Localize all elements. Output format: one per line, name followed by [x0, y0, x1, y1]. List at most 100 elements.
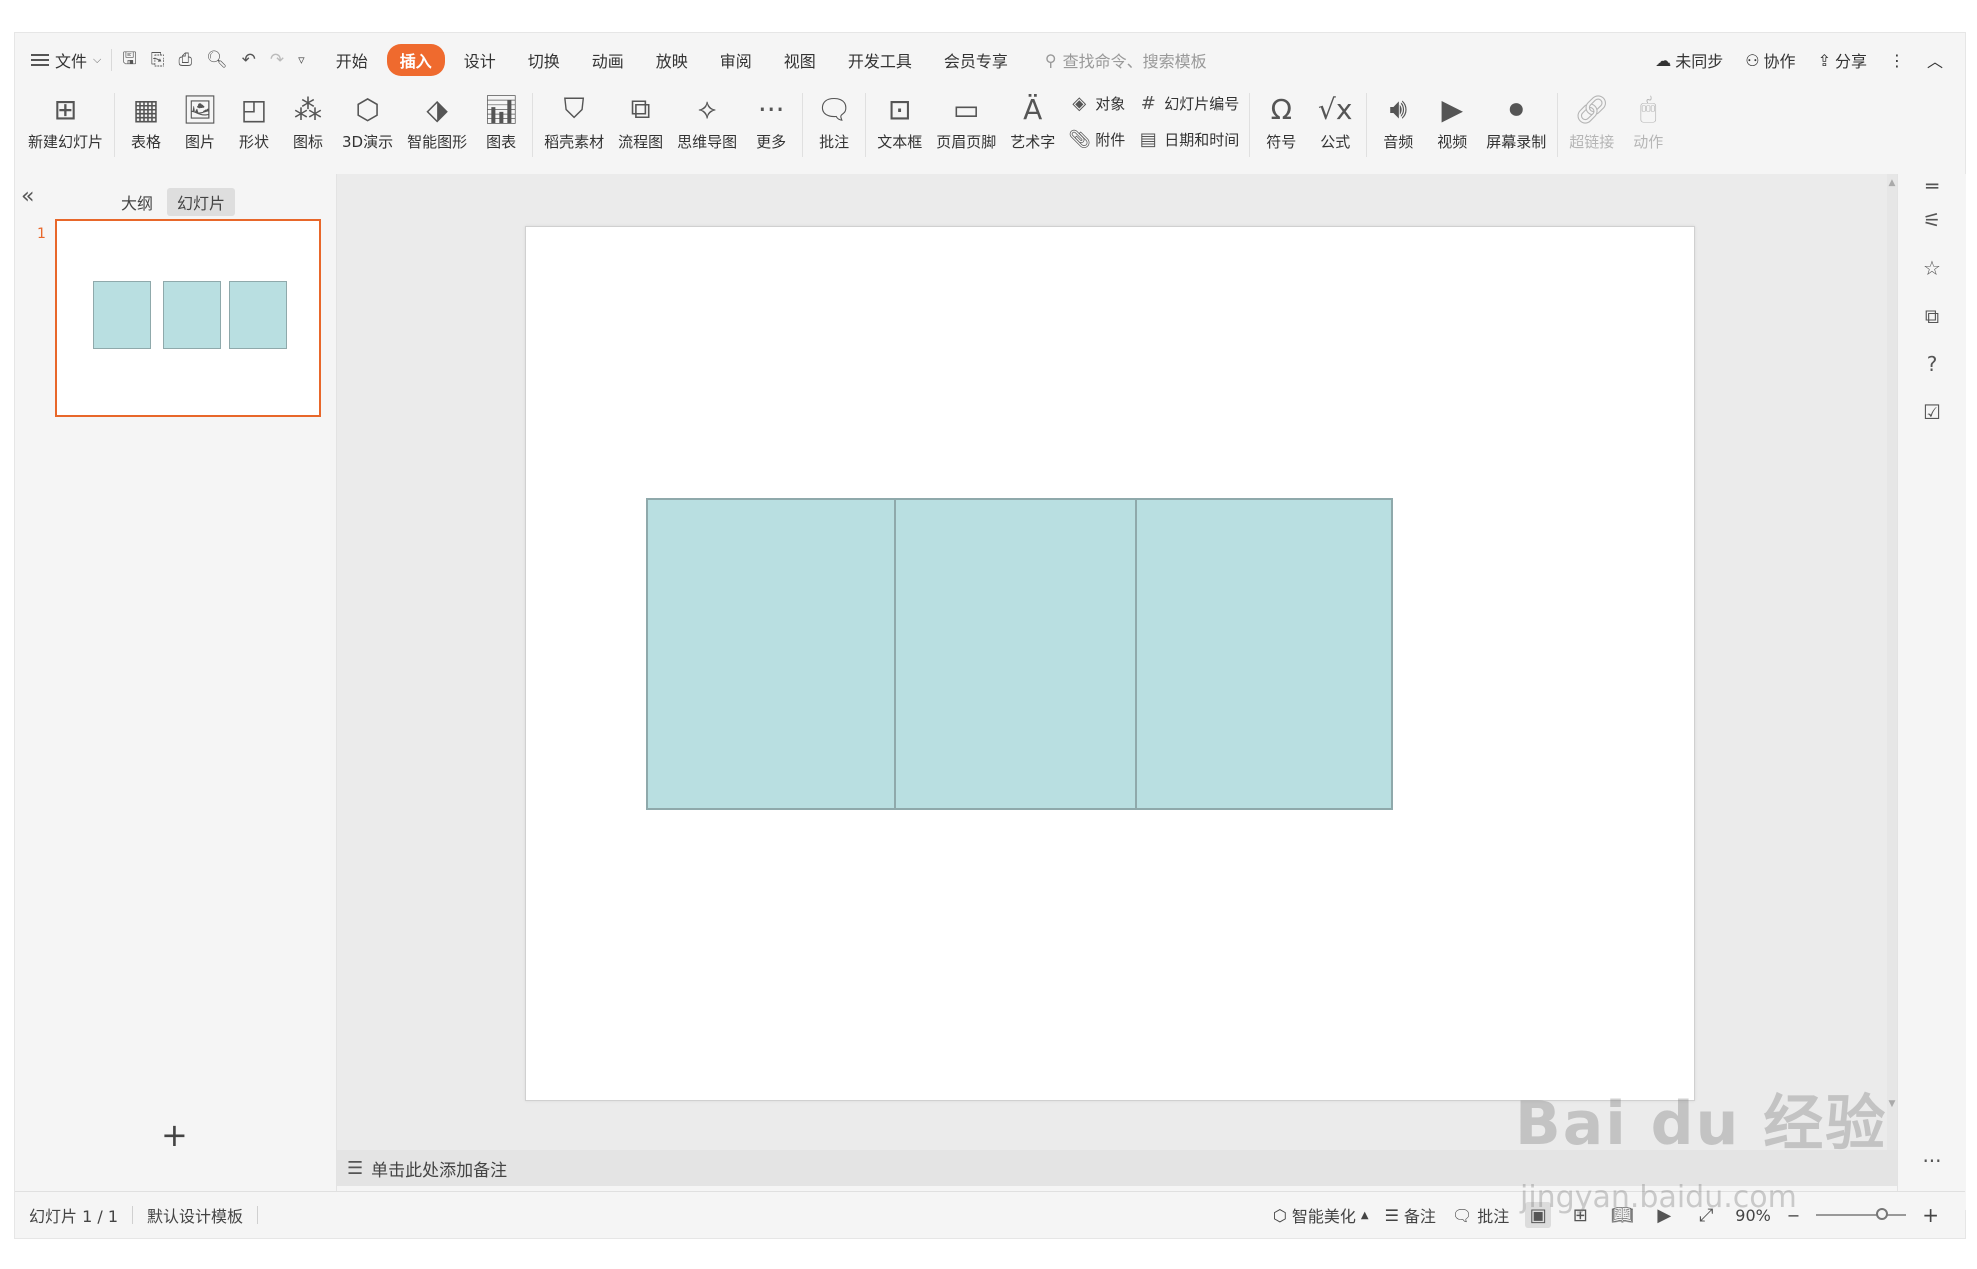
- divider: [114, 93, 116, 157]
- sync-button[interactable]: ☁ 未同步: [1655, 48, 1723, 72]
- tab-developer[interactable]: 开发工具: [835, 44, 925, 76]
- baidu-watermark-url: jingyan.baidu.com: [1520, 1180, 1797, 1215]
- datetime-button[interactable]: ▤ 日期和时间: [1137, 125, 1240, 153]
- zoom-in-icon[interactable]: +: [1922, 1203, 1939, 1227]
- smart-graphic-button[interactable]: ⬗ 智能图形: [400, 87, 474, 152]
- wordart-button[interactable]: Ä 艺术字: [1003, 87, 1062, 152]
- rectangle-shape[interactable]: [646, 498, 904, 810]
- table-label: 表格: [131, 133, 162, 151]
- search-input[interactable]: 查找命令、搜索模板: [1063, 48, 1207, 72]
- tab-insert[interactable]: 插入: [386, 44, 445, 76]
- customize-toolbar-icon[interactable]: ▿: [298, 53, 305, 68]
- tab-design[interactable]: 设计: [451, 44, 509, 76]
- command-search[interactable]: ⚲ 查找命令、搜索模板: [1045, 48, 1207, 72]
- collapse-ribbon-icon[interactable]: ︿: [1927, 48, 1943, 72]
- tab-view[interactable]: 视图: [771, 44, 829, 76]
- header-footer-icon: ▭: [952, 92, 980, 126]
- hyperlink-button[interactable]: 🔗︎ 超链接: [1562, 87, 1621, 152]
- vertical-scrollbar[interactable]: ▲ ▼: [1887, 174, 1897, 1150]
- more-button[interactable]: ··· 更多: [744, 87, 798, 152]
- archive-icon[interactable]: ☑: [1918, 400, 1946, 424]
- file-menu[interactable]: 文件 ⌵: [31, 48, 101, 72]
- tab-member[interactable]: 会员专享: [931, 44, 1021, 76]
- textbox-button[interactable]: ⊡ 文本框: [870, 87, 929, 152]
- properties-icon[interactable]: ⚟: [1918, 208, 1946, 232]
- ellipsis-icon: ···: [757, 92, 785, 126]
- share-button[interactable]: ⇪ 分享: [1818, 48, 1867, 72]
- daoke-material-button[interactable]: ⛉ 稻壳素材: [537, 87, 611, 152]
- tab-animations[interactable]: 动画: [579, 44, 637, 76]
- formula-button[interactable]: √x 公式: [1308, 87, 1362, 152]
- slide-editor: ▲ ▼: [337, 174, 1897, 1150]
- slide-thumbnail[interactable]: [55, 219, 321, 417]
- quick-access-toolbar: 🖫 ⎘ ⎙ 🔍︎ ↶ ↷ ▿: [122, 46, 304, 75]
- shape-button[interactable]: ◰ 形状: [227, 87, 281, 152]
- rectangle-shape[interactable]: [1135, 498, 1393, 810]
- attachment-label: 附件: [1095, 130, 1126, 149]
- menu-bar: 文件 ⌵ 🖫 ⎘ ⎙ 🔍︎ ↶ ↷ ▿ 开始 插入 设计 切换 动画 放映 审阅…: [15, 33, 1965, 87]
- bar-chart-icon: 📊︎: [483, 92, 519, 126]
- mindmap-button[interactable]: ⟡ 思维导图: [670, 87, 744, 152]
- symbol-button[interactable]: Ω 符号: [1254, 87, 1308, 152]
- print-icon[interactable]: ⎙: [178, 50, 192, 70]
- tab-slides[interactable]: 幻灯片: [167, 188, 236, 216]
- slide-canvas[interactable]: [525, 226, 1695, 1101]
- comment-button[interactable]: 🗨︎ 批注: [807, 87, 861, 152]
- tab-review[interactable]: 审阅: [707, 44, 765, 76]
- video-button[interactable]: ▶ 视频: [1425, 87, 1479, 152]
- file-menu-label: 文件: [55, 52, 88, 71]
- audio-button[interactable]: 🔊︎ 音频: [1371, 87, 1425, 152]
- zoom-slider[interactable]: [1816, 1208, 1907, 1220]
- tab-transitions[interactable]: 切换: [515, 44, 573, 76]
- table-button[interactable]: ▦ 表格: [119, 87, 173, 152]
- attachment-button[interactable]: 📎︎ 附件: [1068, 125, 1125, 153]
- tab-slideshow[interactable]: 放映: [643, 44, 701, 76]
- layers-icon[interactable]: ⧉: [1918, 304, 1946, 328]
- add-slide-icon[interactable]: +: [161, 1116, 188, 1154]
- scroll-down-icon[interactable]: ▼: [1887, 1099, 1897, 1109]
- action-button[interactable]: 🖱︎ 动作: [1621, 87, 1675, 152]
- object-icon: ◈: [1072, 92, 1087, 114]
- zoom-slider-handle[interactable]: [1876, 1208, 1889, 1220]
- collapse-panel-icon[interactable]: «: [21, 184, 34, 209]
- baidu-watermark: Bai du 经验: [1515, 1089, 1888, 1159]
- wps-presentation-window: 文件 ⌵ 🖫 ⎘ ⎙ 🔍︎ ↶ ↷ ▿ 开始 插入 设计 切换 动画 放映 审阅…: [14, 32, 1966, 1239]
- 3d-demo-button[interactable]: ⬡ 3D演示: [335, 87, 400, 152]
- template-name[interactable]: 默认设计模板: [147, 1203, 243, 1227]
- new-slide-button[interactable]: ⊞ 新建幻灯片: [21, 87, 110, 152]
- more-options-icon[interactable]: ⋮: [1889, 51, 1905, 70]
- flowchart-button[interactable]: ⧉ 流程图: [611, 87, 670, 152]
- save-icon[interactable]: 🖫: [122, 46, 136, 75]
- screen-record-button[interactable]: ⏺ 屏幕录制: [1479, 87, 1553, 152]
- picture-button[interactable]: 🖼︎ 图片: [173, 87, 227, 152]
- icon-button[interactable]: ⁂ 图标: [281, 87, 335, 152]
- more-icon[interactable]: ···: [1918, 1149, 1946, 1173]
- undo-icon[interactable]: ↶: [242, 50, 256, 70]
- tab-outline[interactable]: 大纲: [111, 188, 163, 216]
- notes-toggle-button[interactable]: ☰ 备注: [1385, 1203, 1436, 1227]
- object-button[interactable]: ◈ 对象: [1068, 89, 1125, 117]
- collab-button[interactable]: ⚇ 协作: [1745, 48, 1795, 72]
- help-icon[interactable]: ?: [1918, 352, 1946, 376]
- video-label: 视频: [1437, 133, 1468, 151]
- flowchart-icon: ⧉: [630, 92, 651, 125]
- beautify-label: 智能美化: [1291, 1207, 1356, 1226]
- scroll-up-icon[interactable]: ▲: [1887, 178, 1897, 188]
- insert-small-group-2: # 幻灯片编号 ▤ 日期和时间: [1131, 87, 1245, 153]
- paperclip-icon: 📎︎: [1068, 128, 1092, 150]
- header-footer-button[interactable]: ▭ 页眉页脚: [929, 87, 1003, 152]
- rectangle-shape[interactable]: [894, 498, 1152, 810]
- tab-home[interactable]: 开始: [323, 44, 381, 76]
- divider: [865, 93, 867, 157]
- star-icon[interactable]: ☆: [1918, 256, 1946, 280]
- chart-button[interactable]: 📊︎ 图表: [474, 87, 528, 152]
- daoke-material-label: 稻壳素材: [544, 133, 605, 151]
- smart-beautify-button[interactable]: ⬡ 智能美化 ▲: [1273, 1203, 1369, 1227]
- redo-icon[interactable]: ↷: [270, 50, 284, 70]
- print-preview-icon[interactable]: 🔍︎: [206, 50, 228, 70]
- object-label: 对象: [1095, 94, 1126, 113]
- slide-number-button[interactable]: # 幻灯片编号: [1137, 89, 1240, 117]
- format-painter-icon[interactable]: ⎘: [151, 50, 165, 70]
- comments-toggle-button[interactable]: 🗨︎ 批注: [1452, 1203, 1509, 1227]
- user-icon: ⚇: [1745, 50, 1760, 70]
